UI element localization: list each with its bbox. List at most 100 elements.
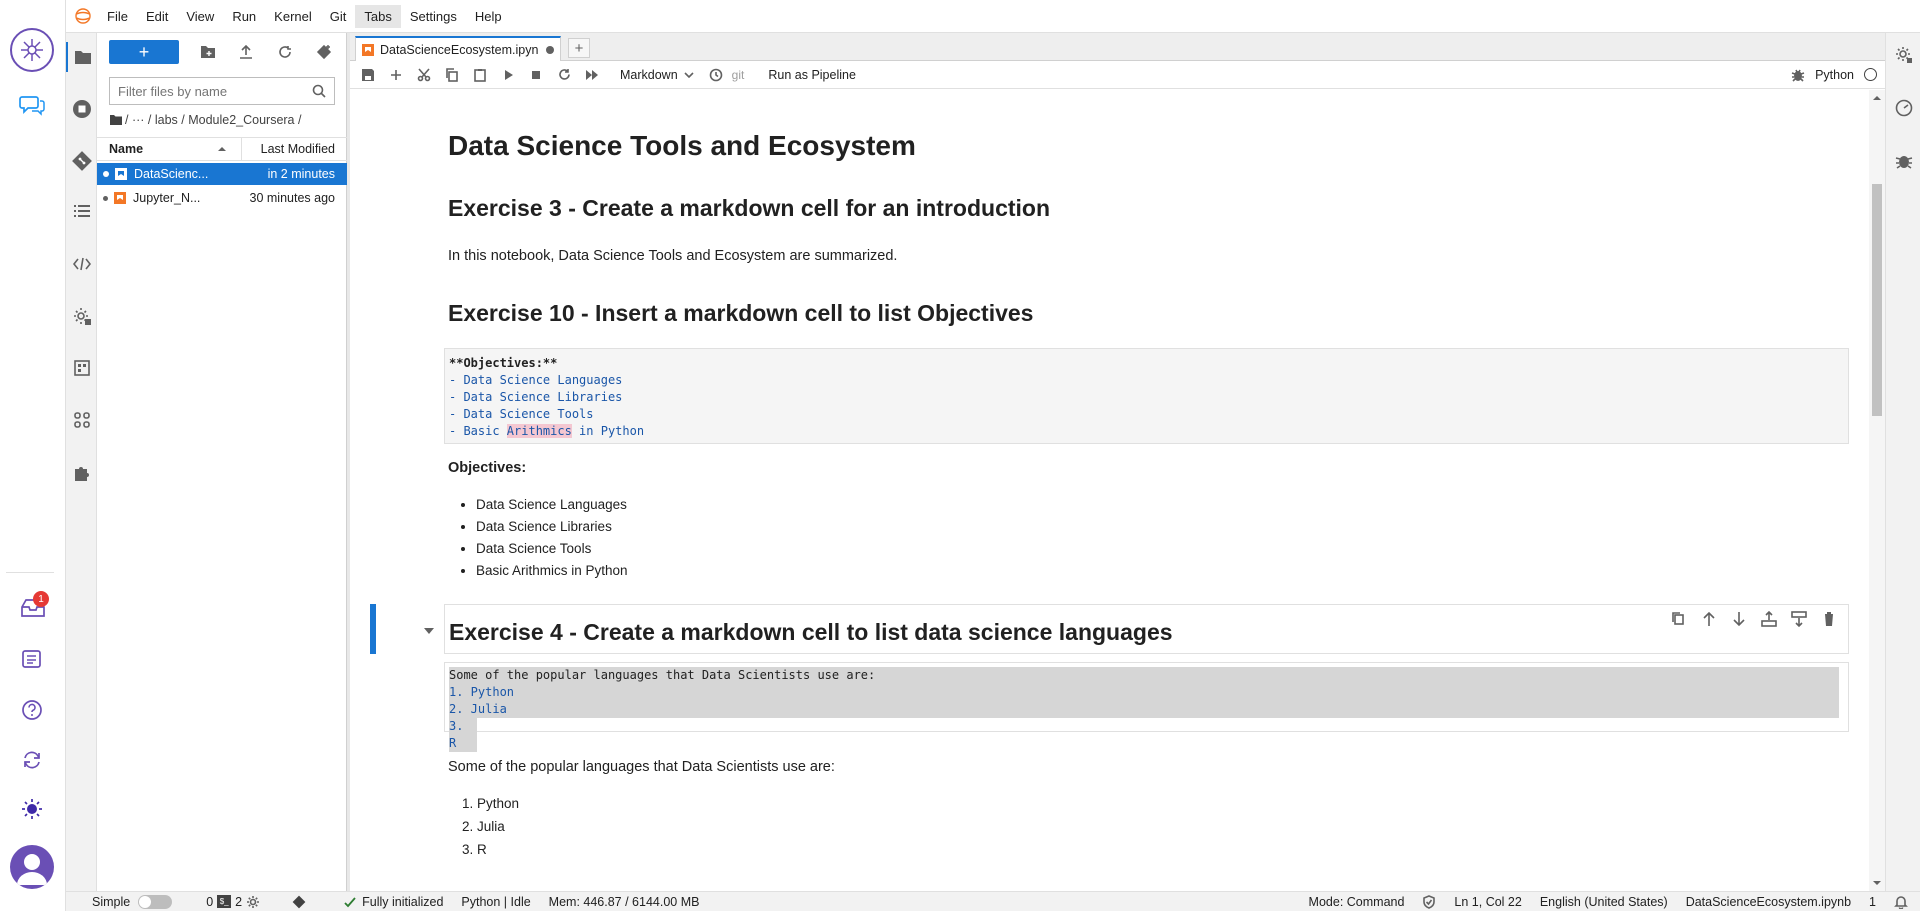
- git-status[interactable]: [283, 895, 315, 909]
- restart-icon: [558, 69, 570, 80]
- insert-above-icon[interactable]: [1758, 609, 1780, 629]
- current-filename: DataScienceEcosystem.ipynb: [1685, 894, 1852, 909]
- menu-tabs[interactable]: Tabs: [355, 4, 401, 28]
- objectives-source-cell[interactable]: **Objectives:** - Data Science Languages…: [444, 348, 1849, 444]
- upload-button[interactable]: [232, 40, 260, 64]
- column-name-header[interactable]: Name: [97, 142, 237, 156]
- cell-type-select[interactable]: Markdown: [620, 68, 694, 82]
- file-row-jupyter[interactable]: Jupyter_N... 30 minutes ago: [97, 187, 347, 209]
- scissors-icon: [417, 67, 431, 81]
- menu-kernel[interactable]: Kernel: [265, 5, 321, 28]
- collapse-heading-icon[interactable]: [423, 627, 435, 635]
- move-up-icon[interactable]: [1698, 609, 1720, 629]
- paste-icon: [474, 68, 486, 82]
- running-terminals[interactable]: 0 $_ 2: [197, 895, 269, 909]
- scroll-up-icon[interactable]: [1869, 93, 1885, 103]
- copy-icon: [446, 67, 458, 82]
- git-clone-button[interactable]: [310, 40, 338, 64]
- lsp-status[interactable]: Fully initialized: [333, 895, 452, 909]
- scroll-down-icon[interactable]: [1869, 878, 1885, 888]
- menu-view[interactable]: View: [177, 5, 223, 28]
- languages-source-cell[interactable]: Some of the popular languages that Data …: [444, 662, 1849, 752]
- toggle-switch[interactable]: [138, 894, 173, 909]
- kernel-status[interactable]: Python | Idle: [452, 895, 539, 909]
- git-icon[interactable]: [66, 146, 97, 176]
- execution-time-button[interactable]: [702, 63, 730, 87]
- cut-button[interactable]: [410, 63, 438, 87]
- menu-edit[interactable]: Edit: [137, 5, 177, 28]
- objectives-list: Data Science Languages Data Science Libr…: [476, 494, 628, 582]
- settings-gear-icon[interactable]: [66, 301, 97, 331]
- column-modified-header[interactable]: Last Modified: [242, 142, 347, 156]
- file-name: Jupyter_N...: [133, 191, 201, 205]
- breadcrumb-path[interactable]: / ··· / labs / Module2_Coursera /: [125, 113, 301, 127]
- new-launcher-button[interactable]: +: [109, 40, 179, 64]
- paste-button[interactable]: [466, 63, 494, 87]
- insert-below-icon[interactable]: [1788, 609, 1810, 629]
- resource-usage-gauge-icon[interactable]: [1895, 99, 1913, 117]
- notebook-toolbar: Markdown git Run as Pipeline Python: [350, 61, 1885, 89]
- notification-count[interactable]: 1: [1860, 895, 1885, 909]
- home-folder-icon[interactable]: [110, 115, 122, 125]
- copy-button[interactable]: [438, 63, 466, 87]
- cell-toolbar: [1668, 609, 1840, 629]
- property-inspector-icon[interactable]: [66, 353, 97, 383]
- simple-mode-toggle[interactable]: Simple: [66, 894, 181, 909]
- running-dot-icon: [103, 195, 108, 201]
- refresh-files-button[interactable]: [271, 40, 299, 64]
- run-cell-button[interactable]: [494, 63, 522, 87]
- add-tab-button[interactable]: +: [568, 38, 590, 58]
- tab-title: DataScienceEcosystem.ipyn: [380, 43, 539, 57]
- table-of-contents-icon[interactable]: [66, 196, 97, 226]
- refresh-icon[interactable]: [21, 749, 43, 771]
- trust-status[interactable]: [1413, 894, 1445, 909]
- extensions-blocks-icon[interactable]: [66, 405, 97, 435]
- menu-settings[interactable]: Settings: [401, 5, 466, 28]
- menu-file[interactable]: File: [98, 5, 137, 28]
- news-icon[interactable]: [21, 648, 43, 670]
- file-row-datascience[interactable]: DataScienc... in 2 minutes: [97, 163, 347, 185]
- insert-cell-button[interactable]: [382, 63, 410, 87]
- extension-manager-puzzle-icon[interactable]: [66, 458, 97, 488]
- app-logo-icon[interactable]: [10, 28, 54, 72]
- ex4-heading-cell[interactable]: Exercise 4 - Create a markdown cell to l…: [444, 604, 1849, 654]
- delete-cell-icon[interactable]: [1818, 609, 1840, 629]
- languages-list: 1. Python 2. Julia 3. R: [462, 792, 519, 861]
- running-stop-icon[interactable]: [66, 94, 97, 124]
- scrollbar-thumb[interactable]: [1872, 184, 1882, 416]
- debugger-bug-icon[interactable]: [1791, 68, 1805, 82]
- run-as-pipeline-button[interactable]: Run as Pipeline: [768, 68, 856, 82]
- git-label[interactable]: git: [732, 68, 745, 82]
- new-folder-button[interactable]: [194, 40, 222, 64]
- property-inspector-gear-icon[interactable]: [1895, 46, 1913, 64]
- spellcheck-language[interactable]: English (United States): [1531, 895, 1677, 909]
- menu-help[interactable]: Help: [466, 5, 511, 28]
- move-down-icon[interactable]: [1728, 609, 1750, 629]
- restart-run-all-button[interactable]: [578, 63, 606, 87]
- cursor-position[interactable]: Ln 1, Col 22: [1445, 895, 1530, 909]
- debugger-bug-icon[interactable]: [1895, 152, 1913, 170]
- interrupt-button[interactable]: [522, 63, 550, 87]
- tab-notebook[interactable]: DataScienceEcosystem.ipyn: [355, 36, 561, 62]
- menu-git[interactable]: Git: [321, 5, 356, 28]
- kernel-name[interactable]: Python: [1815, 68, 1854, 82]
- list-item: Basic Arithmics in Python: [476, 560, 628, 582]
- chat-icon[interactable]: [19, 94, 45, 116]
- code-snippets-icon[interactable]: [66, 249, 97, 279]
- duplicate-cell-icon[interactable]: [1668, 609, 1690, 629]
- restart-kernel-button[interactable]: [550, 63, 578, 87]
- theme-sun-icon[interactable]: [21, 798, 43, 820]
- help-icon[interactable]: [21, 699, 43, 721]
- ex10-heading: Exercise 10 - Insert a markdown cell to …: [448, 300, 1034, 326]
- inbox-icon[interactable]: 1: [20, 591, 49, 619]
- save-button[interactable]: [354, 63, 382, 87]
- notebook-scrollbar[interactable]: [1869, 90, 1885, 891]
- jupyter-logo-icon: [68, 1, 98, 31]
- unsaved-dot-icon[interactable]: [546, 46, 554, 54]
- menu-run[interactable]: Run: [223, 5, 265, 28]
- right-sidebar: [1885, 33, 1920, 891]
- file-browser-folder-icon[interactable]: [66, 42, 97, 72]
- filter-files-input[interactable]: [118, 83, 312, 99]
- notifications-bell-icon[interactable]: [1885, 895, 1920, 909]
- user-avatar[interactable]: [10, 845, 54, 889]
